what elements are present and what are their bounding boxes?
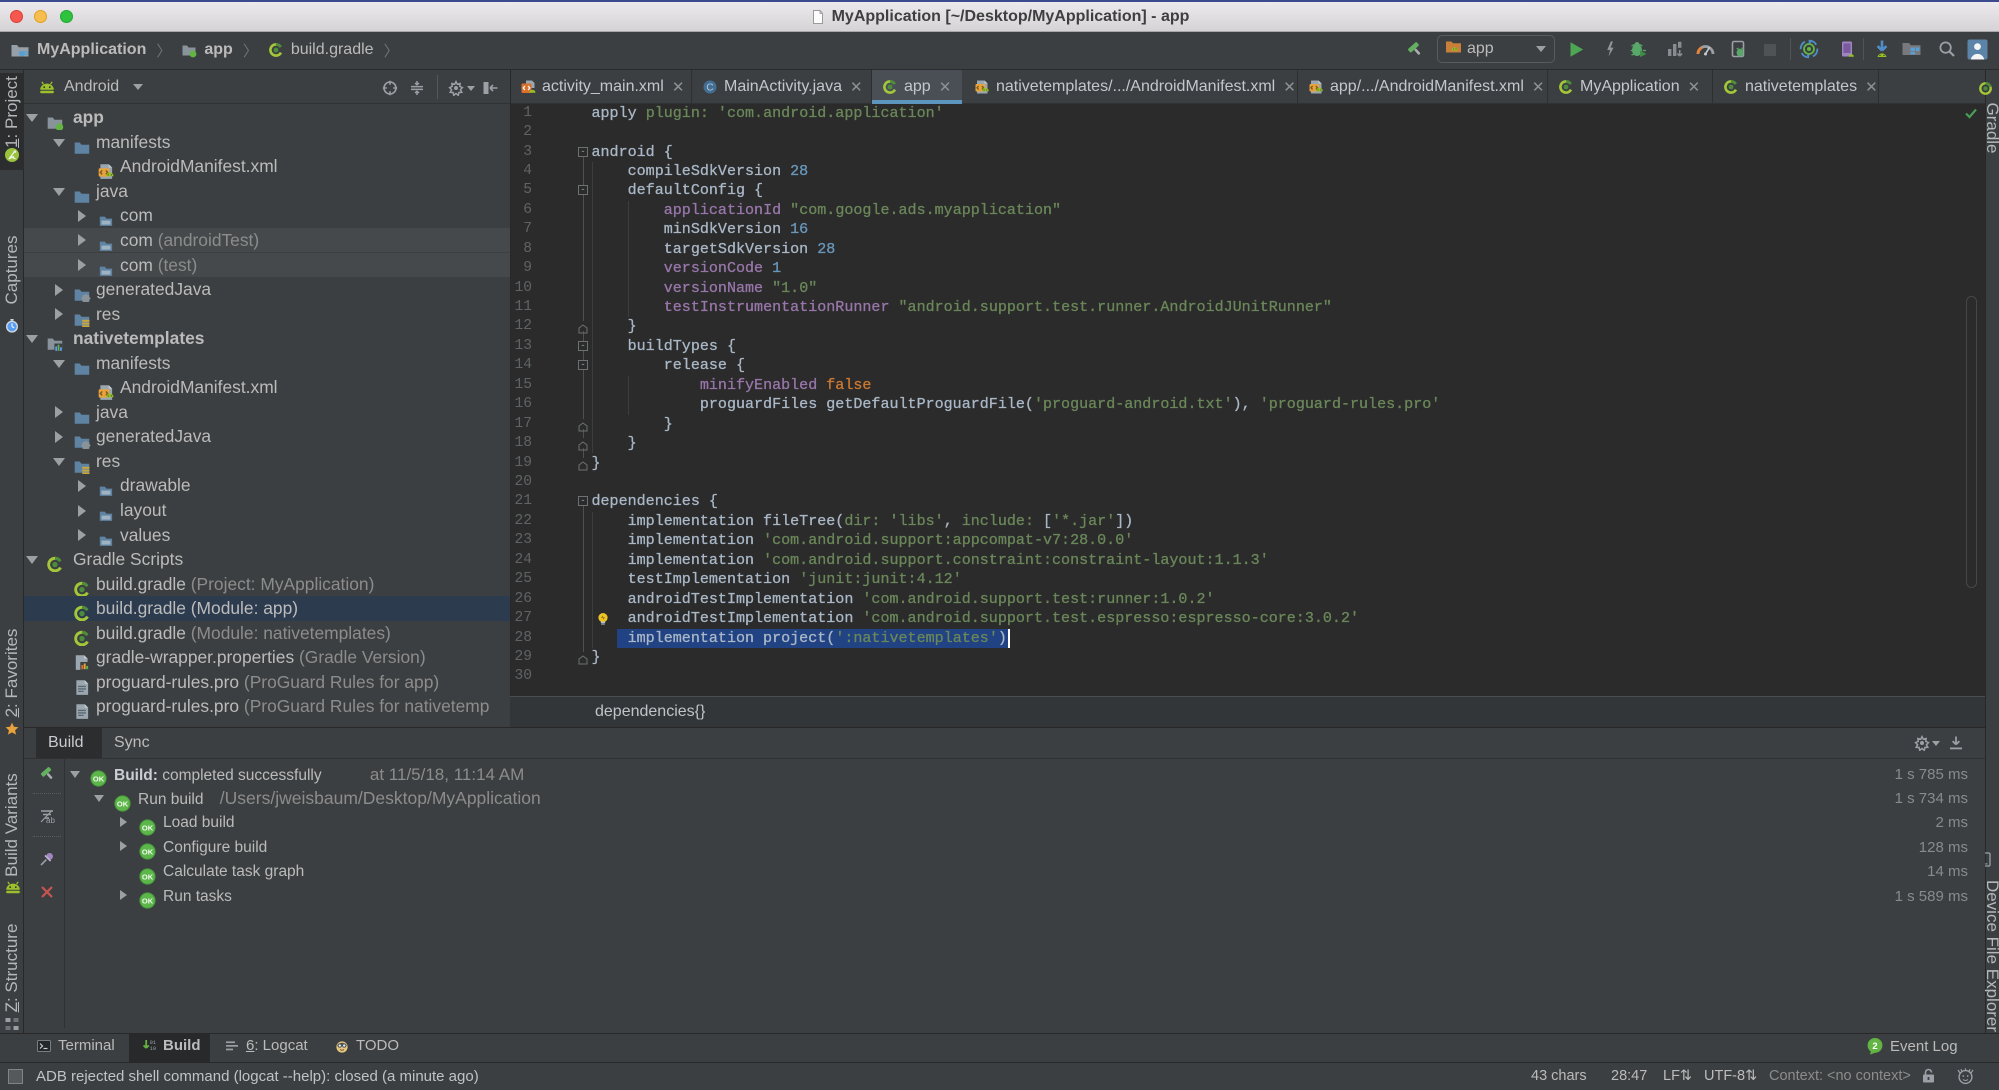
svg-text:OK: OK: [142, 823, 154, 832]
svg-text:2: 2: [1872, 1041, 1877, 1052]
svg-text:OK: OK: [142, 872, 154, 881]
svg-text:OK: OK: [117, 799, 129, 808]
svg-text:OK: OK: [142, 897, 154, 906]
svg-text:OK: OK: [93, 775, 105, 784]
svg-text:C: C: [706, 82, 713, 93]
svg-text:OK: OK: [142, 848, 154, 857]
svg-text:10: 10: [150, 1046, 156, 1052]
